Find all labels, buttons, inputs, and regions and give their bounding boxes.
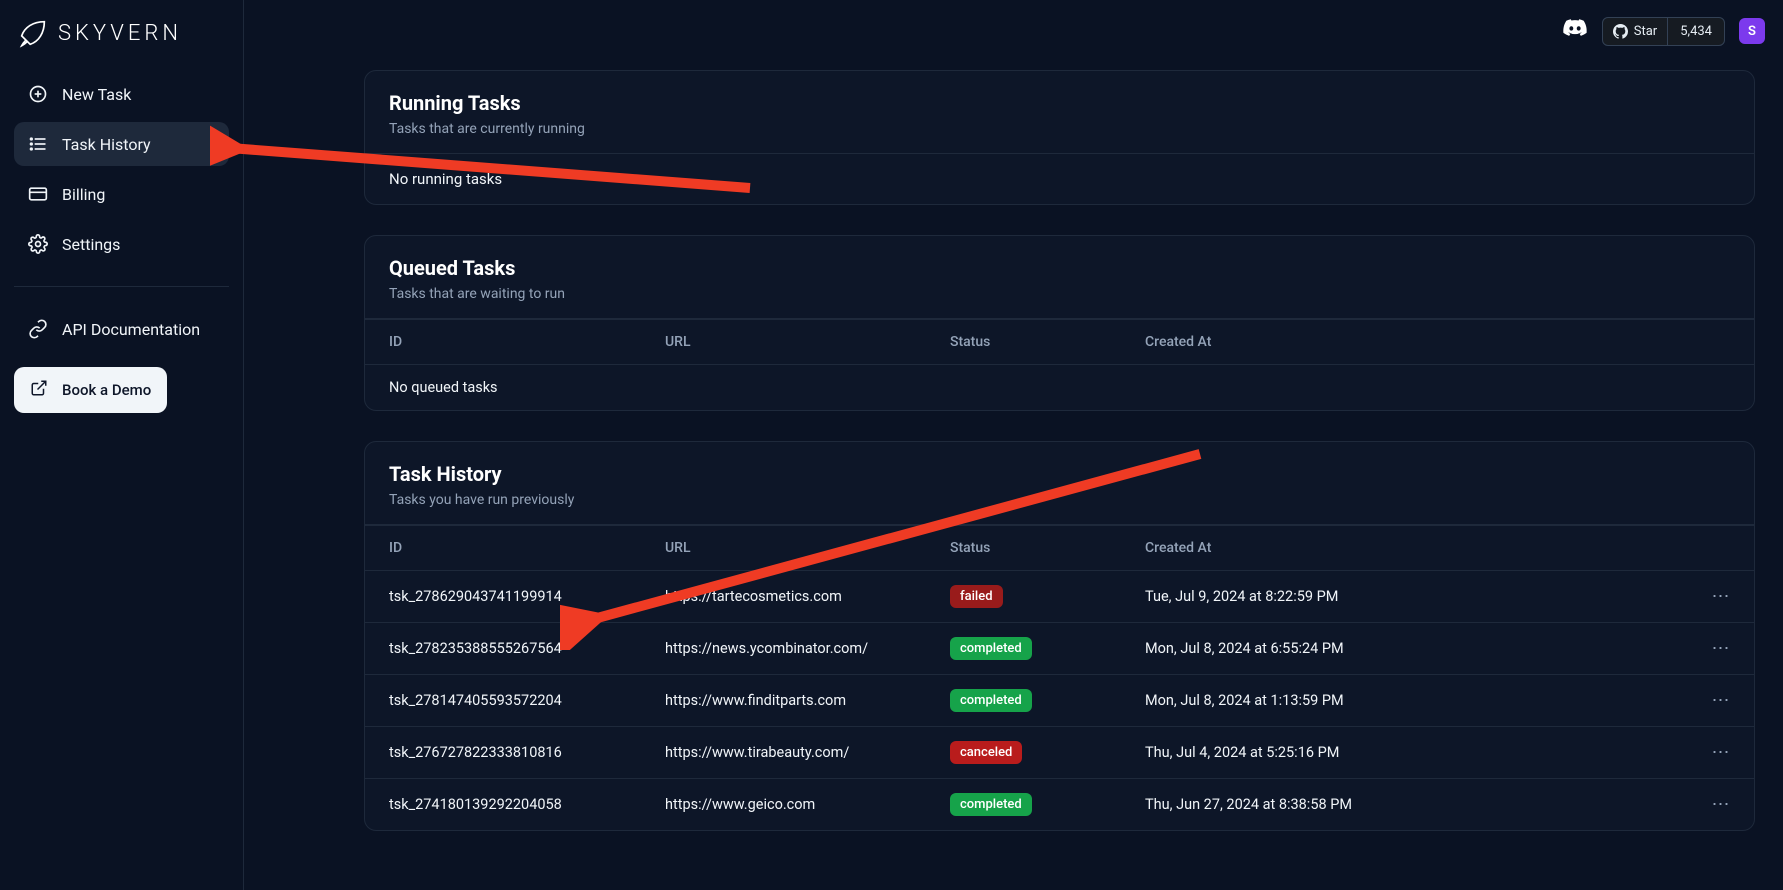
link-icon — [28, 319, 48, 339]
credit-card-icon — [28, 184, 48, 204]
table-row[interactable]: tsk_278147405593572204 https://www.findi… — [365, 674, 1754, 726]
status-badge: completed — [950, 793, 1032, 816]
task-history-card: Task History Tasks you have run previous… — [364, 441, 1755, 831]
row-more-button[interactable]: ⋯ — [1698, 780, 1754, 829]
table-row[interactable]: tsk_276727822333810816 https://www.tirab… — [365, 726, 1754, 778]
sidebar-item-label: Task History — [62, 135, 151, 154]
col-status: Status — [940, 526, 1135, 570]
cell-id: tsk_274180139292204058 — [365, 782, 655, 827]
queued-table-header: ID URL Status Created At — [365, 319, 1754, 364]
running-empty: No running tasks — [365, 154, 1754, 204]
cell-created: Thu, Jun 27, 2024 at 8:38:58 PM — [1135, 782, 1698, 827]
sidebar-item-label: Settings — [62, 235, 120, 254]
queued-empty: No queued tasks — [365, 365, 1754, 410]
col-id: ID — [365, 526, 655, 570]
github-star-label: Star — [1634, 24, 1657, 39]
sidebar-item-new-task[interactable]: New Task — [14, 72, 229, 116]
row-more-button[interactable]: ⋯ — [1698, 572, 1754, 621]
cell-status: completed — [940, 779, 1135, 830]
cell-created: Mon, Jul 8, 2024 at 1:13:59 PM — [1135, 678, 1698, 723]
cell-id: tsk_278147405593572204 — [365, 678, 655, 723]
discord-icon[interactable] — [1562, 16, 1588, 46]
github-star-count[interactable]: 5,434 — [1667, 18, 1724, 45]
cell-created: Tue, Jul 9, 2024 at 8:22:59 PM — [1135, 574, 1698, 619]
cell-url: https://news.ycombinator.com/ — [655, 626, 940, 671]
cell-url: https://www.finditparts.com — [655, 678, 940, 723]
col-url: URL — [655, 526, 940, 570]
status-badge: completed — [950, 637, 1032, 660]
cell-url: https://www.geico.com — [655, 782, 940, 827]
cell-id: tsk_278235388555267564 — [365, 626, 655, 671]
cell-created: Mon, Jul 8, 2024 at 6:55:24 PM — [1135, 626, 1698, 671]
col-url: URL — [655, 320, 940, 364]
col-created: Created At — [1135, 526, 1698, 570]
row-more-button[interactable]: ⋯ — [1698, 728, 1754, 777]
gear-icon — [28, 234, 48, 254]
queued-title: Queued Tasks — [389, 256, 1730, 280]
history-title: Task History — [389, 462, 1730, 486]
row-more-button[interactable]: ⋯ — [1698, 624, 1754, 673]
main-content: Running Tasks Tasks that are currently r… — [244, 0, 1783, 890]
status-badge: canceled — [950, 741, 1022, 764]
topbar: Star 5,434 S — [1562, 16, 1765, 46]
sidebar-item-settings[interactable]: Settings — [14, 222, 229, 266]
running-title: Running Tasks — [389, 91, 1730, 115]
github-icon — [1613, 24, 1628, 39]
cell-url: https://tartecosmetics.com — [655, 574, 940, 619]
cell-id: tsk_276727822333810816 — [365, 730, 655, 775]
history-table-header: ID URL Status Created At — [365, 525, 1754, 570]
table-row[interactable]: tsk_278235388555267564 https://news.ycom… — [365, 622, 1754, 674]
status-badge: failed — [950, 585, 1003, 608]
avatar[interactable]: S — [1739, 18, 1765, 44]
nav: New Task Task History Billing Settings — [14, 72, 229, 413]
status-badge: completed — [950, 689, 1032, 712]
brand-text: SKYVERN — [58, 21, 182, 46]
cell-status: failed — [940, 571, 1135, 622]
sidebar-item-label: API Documentation — [62, 320, 200, 339]
plus-circle-icon — [28, 84, 48, 104]
github-star-widget: Star 5,434 — [1602, 17, 1725, 46]
cell-status: completed — [940, 675, 1135, 726]
queued-empty-row: No queued tasks — [365, 364, 1754, 410]
col-created: Created At — [1135, 320, 1698, 364]
divider — [14, 286, 229, 287]
running-subtitle: Tasks that are currently running — [389, 121, 1730, 137]
sidebar: SKYVERN New Task Task History Billing — [0, 0, 244, 890]
cell-created: Thu, Jul 4, 2024 at 5:25:16 PM — [1135, 730, 1698, 775]
sidebar-item-api-docs[interactable]: API Documentation — [14, 307, 229, 351]
cell-status: canceled — [940, 727, 1135, 778]
book-demo-button[interactable]: Book a Demo — [14, 367, 167, 413]
running-tasks-card: Running Tasks Tasks that are currently r… — [364, 70, 1755, 205]
table-row[interactable]: tsk_278629043741199914 https://tartecosm… — [365, 570, 1754, 622]
sidebar-item-task-history[interactable]: Task History — [14, 122, 229, 166]
queued-subtitle: Tasks that are waiting to run — [389, 286, 1730, 302]
logo[interactable]: SKYVERN — [14, 12, 229, 72]
book-demo-label: Book a Demo — [62, 381, 151, 399]
external-link-icon — [30, 379, 48, 401]
col-status: Status — [940, 320, 1135, 364]
list-icon — [28, 134, 48, 154]
cell-url: https://www.tirabeauty.com/ — [655, 730, 940, 775]
sidebar-item-label: New Task — [62, 85, 131, 104]
col-id: ID — [365, 320, 655, 364]
skyvern-logo-icon — [16, 16, 50, 50]
github-star-button[interactable]: Star — [1603, 18, 1667, 45]
cell-id: tsk_278629043741199914 — [365, 574, 655, 619]
cell-status: completed — [940, 623, 1135, 674]
table-row[interactable]: tsk_274180139292204058 https://www.geico… — [365, 778, 1754, 830]
queued-tasks-card: Queued Tasks Tasks that are waiting to r… — [364, 235, 1755, 411]
sidebar-item-label: Billing — [62, 185, 105, 204]
history-subtitle: Tasks you have run previously — [389, 492, 1730, 508]
row-more-button[interactable]: ⋯ — [1698, 676, 1754, 725]
sidebar-item-billing[interactable]: Billing — [14, 172, 229, 216]
